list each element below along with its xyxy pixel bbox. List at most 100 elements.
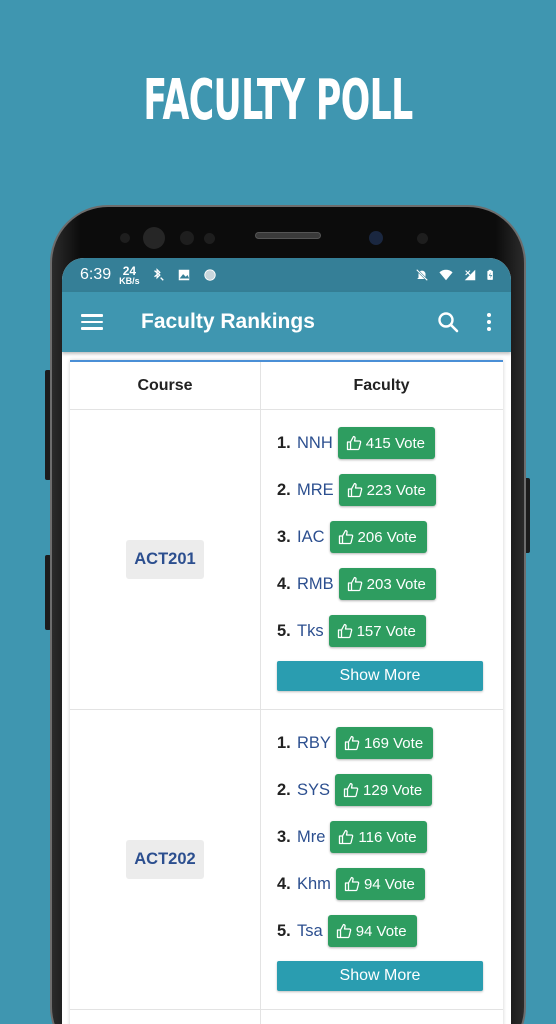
faculty-name[interactable]: Tks — [297, 622, 324, 641]
menu-icon[interactable] — [81, 310, 103, 334]
thumbs-up-icon — [346, 435, 362, 451]
faculty-column-header: Faculty — [353, 376, 410, 394]
thumbs-up-icon — [337, 623, 352, 639]
faculty-item: 3. Mre 116 Vote — [277, 820, 502, 854]
wifi-icon — [439, 269, 453, 281]
vote-button[interactable]: 129 Vote — [335, 774, 433, 806]
faculty-item: 1. RBY 169 Vote — [277, 726, 502, 760]
faculty-item: 5. Tks 157 Vote — [277, 614, 502, 648]
thumbs-up-icon — [344, 735, 360, 751]
faculty-item: 4. RMB 203 Vote — [277, 567, 502, 601]
faculty-name[interactable]: Mre — [297, 828, 325, 847]
vote-count: 206 Vote — [357, 528, 417, 546]
vote-count: 94 Vote — [363, 875, 415, 893]
faculty-item: 2. SYS 129 Vote — [277, 773, 502, 807]
bluetooth-call-icon — [153, 268, 164, 281]
vote-button[interactable]: 116 Vote — [330, 821, 427, 853]
thumbs-up-icon — [347, 576, 362, 592]
thumbs-up-icon — [347, 482, 362, 498]
faculty-name[interactable]: RBY — [297, 734, 331, 753]
front-camera — [143, 227, 165, 249]
faculty-name[interactable]: NNH — [297, 434, 333, 453]
table-header: Course Faculty — [70, 362, 503, 410]
vote-count: 116 Vote — [358, 828, 417, 846]
network-speed-unit: KB/s — [119, 275, 140, 286]
thumbs-up-icon — [336, 923, 351, 939]
thumbs-up-icon — [343, 782, 359, 798]
course-column-header: Course — [70, 362, 261, 409]
sensor-dot — [417, 233, 428, 244]
earpiece-speaker — [255, 232, 321, 239]
course-chip[interactable]: ACT202 — [126, 840, 204, 879]
rank-number: 2. — [277, 480, 291, 499]
app-title: Faculty Rankings — [141, 310, 315, 333]
sensor-dot — [120, 233, 130, 243]
show-more-button[interactable]: Show More — [277, 961, 483, 991]
rank-number: 3. — [277, 527, 291, 546]
course-cell — [70, 1010, 261, 1024]
faculty-name[interactable]: IAC — [297, 528, 325, 547]
vote-button[interactable]: 157 Vote — [328, 615, 426, 647]
vote-count: 129 Vote — [363, 781, 423, 799]
course-cell: ACT201 — [70, 410, 261, 709]
more-vertical-icon[interactable] — [487, 310, 493, 334]
app-bar: Faculty Rankings — [62, 292, 511, 352]
sensor-dot — [180, 231, 194, 245]
phone-screen: 6:39 24 KB/s Faculty Rankings Course Fac… — [62, 258, 511, 1024]
search-icon[interactable] — [437, 311, 459, 333]
iris-camera — [369, 231, 383, 245]
faculty-item: 4. Khm 94 Vote — [277, 867, 502, 901]
vote-button[interactable]: 223 Vote — [338, 474, 436, 506]
course-chip[interactable]: ACT201 — [126, 540, 204, 579]
faculty-cell — [261, 1010, 502, 1024]
faculty-name[interactable]: SYS — [297, 781, 330, 800]
rank-number: 5. — [277, 921, 291, 940]
faculty-name[interactable]: Tsa — [297, 922, 323, 941]
promo-title: FACULTY POLL — [143, 68, 413, 133]
notifications-off-icon — [415, 268, 429, 282]
rank-number: 1. — [277, 433, 291, 452]
circle-icon — [203, 269, 216, 281]
vote-count: 169 Vote — [363, 734, 424, 752]
rank-number: 2. — [277, 780, 291, 799]
status-bar: 6:39 24 KB/s — [62, 258, 511, 292]
image-icon — [178, 269, 189, 281]
show-more-button[interactable]: Show More — [277, 661, 483, 691]
faculty-item: 1. NNH 415 Vote — [277, 426, 502, 460]
rank-number: 5. — [277, 621, 291, 640]
vote-count: 94 Vote — [355, 922, 407, 940]
rank-number: 1. — [277, 733, 291, 752]
network-speed: 24 KB/s — [119, 263, 140, 286]
faculty-cell: 1. NNH 415 Vote 2. MRE 223 Vote 3. IAC 2… — [261, 410, 502, 709]
faculty-item: 3. IAC 206 Vote — [277, 520, 502, 554]
vote-count: 157 Vote — [356, 622, 416, 640]
network-speed-value: 24 — [122, 263, 137, 278]
sensor-dot — [204, 233, 215, 244]
vote-button[interactable]: 415 Vote — [337, 427, 435, 459]
thumbs-up-icon — [339, 829, 354, 845]
table-row: ACT202 1. RBY 169 Vote 2. SYS 129 Vote 3… — [70, 710, 503, 1010]
table-row: ACT201 1. NNH 415 Vote 2. MRE 223 Vote 3… — [70, 410, 503, 710]
thumbs-up-icon — [338, 529, 353, 545]
vote-count: 415 Vote — [365, 434, 425, 452]
vote-button[interactable]: 169 Vote — [335, 727, 434, 759]
battery-charging-icon — [487, 269, 493, 280]
table-row — [70, 1010, 503, 1024]
vote-count: 203 Vote — [366, 575, 426, 593]
vote-button[interactable]: 94 Vote — [327, 915, 417, 947]
signal-icon — [464, 269, 476, 281]
vote-button[interactable]: 206 Vote — [329, 521, 427, 553]
rank-number: 4. — [277, 874, 291, 893]
thumbs-up-icon — [344, 876, 360, 892]
vote-button[interactable]: 94 Vote — [335, 868, 425, 900]
faculty-name[interactable]: MRE — [297, 481, 334, 500]
faculty-name[interactable]: RMB — [297, 575, 334, 594]
rank-number: 3. — [277, 827, 291, 846]
rank-number: 4. — [277, 574, 291, 593]
status-time: 6:39 — [80, 266, 112, 283]
faculty-name[interactable]: Khm — [297, 875, 331, 894]
faculty-item: 2. MRE 223 Vote — [277, 473, 502, 507]
rankings-table: Course Faculty ACT201 1. NNH 415 Vote 2. — [70, 360, 503, 1024]
course-cell: ACT202 — [70, 710, 261, 1009]
vote-button[interactable]: 203 Vote — [338, 568, 436, 600]
